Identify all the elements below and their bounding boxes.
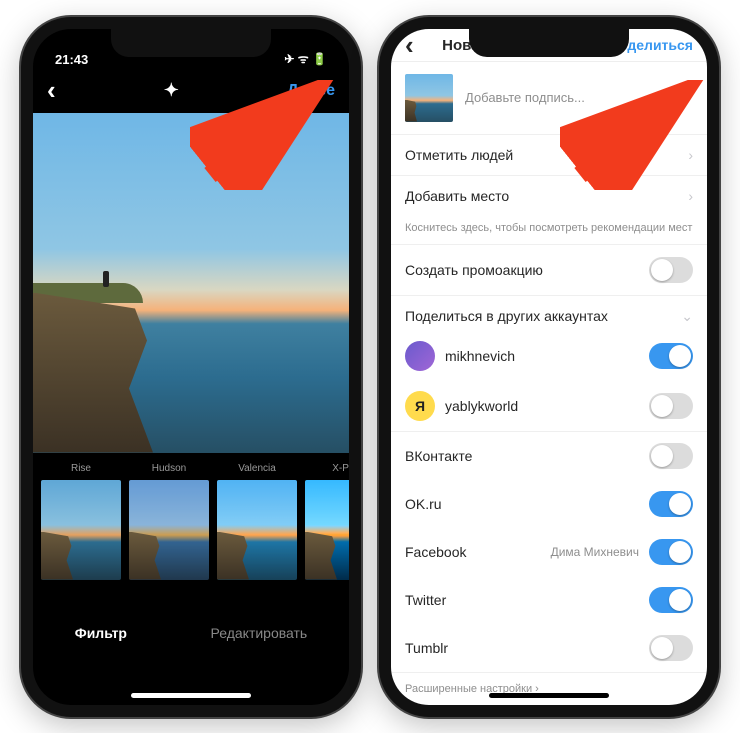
advanced-settings[interactable]: Расширенные настройки ›: [391, 673, 707, 705]
back-button[interactable]: ‹: [405, 30, 414, 61]
next-button[interactable]: Далее: [287, 82, 335, 100]
account-row: Я yablykworld: [391, 381, 707, 432]
chevron-right-icon: ›: [688, 147, 693, 163]
network-toggle[interactable]: [649, 491, 693, 517]
editor-screen: 21:43 ✈ ᯤ 🔋 ‹ ✦ Далее Rise Hudson Val: [33, 29, 349, 705]
promo-toggle[interactable]: [649, 257, 693, 283]
phone-right: ‹ Новая публикация Поделиться Добавьте п…: [379, 17, 719, 717]
share-other-section[interactable]: Поделиться в других аккаунтах ⌄: [391, 296, 707, 331]
chevron-right-icon: ›: [688, 188, 693, 204]
filter-thumb: [217, 480, 297, 580]
phone-left: 21:43 ✈ ᯤ 🔋 ‹ ✦ Далее Rise Hudson Val: [21, 17, 361, 717]
network-name: Facebook: [405, 544, 466, 560]
editor-tabbar: Фильтр Редактировать: [33, 603, 349, 663]
filter-thumb: [305, 480, 349, 580]
network-name: Twitter: [405, 592, 446, 608]
network-row: Twitter: [391, 576, 707, 624]
tab-edit[interactable]: Редактировать: [211, 625, 308, 641]
editor-navbar: ‹ ✦ Далее: [33, 69, 349, 113]
filter-thumb: [41, 480, 121, 580]
share-screen: ‹ Новая публикация Поделиться Добавьте п…: [391, 29, 707, 705]
photo-preview[interactable]: [33, 113, 349, 453]
account-toggle[interactable]: [649, 393, 693, 419]
network-toggle[interactable]: [649, 587, 693, 613]
network-name: Tumblr: [405, 640, 448, 656]
location-hint[interactable]: Коснитесь здесь, чтобы посмотреть рекоме…: [391, 216, 707, 245]
filter-label: Rise: [71, 463, 91, 474]
notch: [111, 29, 271, 57]
network-row: ВКонтакте: [391, 432, 707, 480]
tag-people-label: Отметить людей: [405, 147, 513, 163]
status-icons: ✈ ᯤ 🔋: [284, 50, 327, 67]
caption-thumbnail[interactable]: [405, 74, 453, 122]
network-row: Facebook Дима Михневич: [391, 528, 707, 576]
network-name: ВКонтакте: [405, 448, 472, 464]
network-sub: Дима Михневич: [551, 545, 639, 559]
tab-filter[interactable]: Фильтр: [75, 625, 127, 641]
home-indicator: [489, 693, 609, 698]
avatar: Я: [405, 391, 435, 421]
share-other-label: Поделиться в других аккаунтах: [405, 308, 608, 324]
network-name: OK.ru: [405, 496, 442, 512]
filter-item[interactable]: Valencia: [217, 463, 297, 603]
filter-thumb: [129, 480, 209, 580]
add-location-label: Добавить место: [405, 188, 509, 204]
filter-item[interactable]: X-Pro: [305, 463, 349, 603]
network-toggle[interactable]: [649, 539, 693, 565]
network-toggle[interactable]: [649, 635, 693, 661]
back-button[interactable]: ‹: [47, 75, 56, 106]
account-name: yablykworld: [445, 398, 639, 414]
notch: [469, 29, 629, 57]
filter-item[interactable]: Hudson: [129, 463, 209, 603]
caption-row: Добавьте подпись...: [391, 62, 707, 135]
add-location-row[interactable]: Добавить место ›: [391, 176, 707, 216]
avatar: [405, 341, 435, 371]
magic-wand-icon[interactable]: ✦: [164, 80, 179, 101]
tag-people-row[interactable]: Отметить людей ›: [391, 135, 707, 176]
home-indicator: [131, 693, 251, 698]
create-promo-label: Создать промоакцию: [405, 262, 543, 278]
network-toggle[interactable]: [649, 443, 693, 469]
filter-label: Valencia: [238, 463, 276, 474]
network-row: Tumblr: [391, 624, 707, 673]
caption-input[interactable]: Добавьте подпись...: [465, 90, 693, 105]
account-row: mikhnevich: [391, 331, 707, 381]
account-name: mikhnevich: [445, 348, 639, 364]
network-row: OK.ru: [391, 480, 707, 528]
filter-item[interactable]: Rise: [41, 463, 121, 603]
status-time: 21:43: [55, 52, 88, 67]
account-toggle[interactable]: [649, 343, 693, 369]
chevron-down-icon: ⌄: [681, 308, 693, 325]
create-promo-row[interactable]: Создать промоакцию: [391, 245, 707, 296]
filter-label: Hudson: [152, 463, 186, 474]
filter-label: X-Pro: [332, 463, 349, 474]
filter-strip[interactable]: Rise Hudson Valencia X-Pro: [33, 453, 349, 603]
